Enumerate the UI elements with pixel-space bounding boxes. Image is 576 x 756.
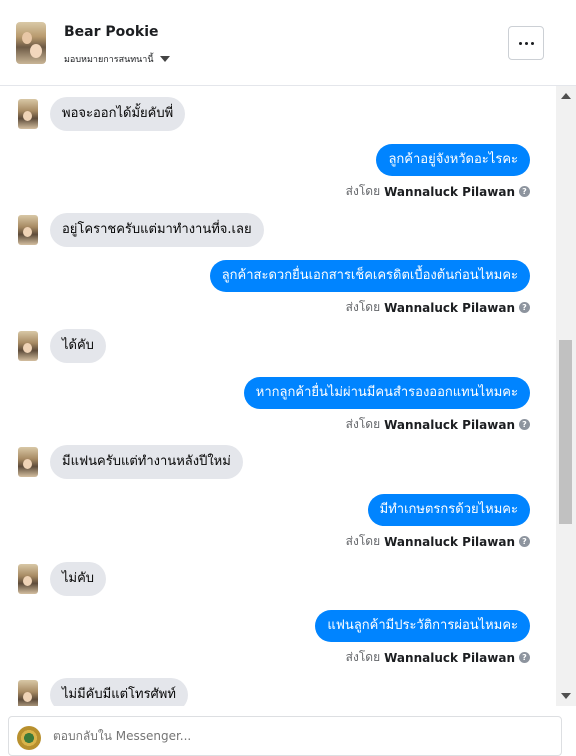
page-avatar bbox=[17, 726, 41, 750]
scroll-down-arrow-icon[interactable] bbox=[561, 693, 571, 699]
sender-avatar bbox=[18, 680, 38, 706]
more-options-icon bbox=[518, 41, 522, 45]
thread-scrollbar[interactable] bbox=[556, 86, 576, 706]
assign-conversation-dropdown[interactable]: มอบหมายการสนทนานี้ bbox=[64, 52, 170, 66]
sender-avatar bbox=[18, 447, 38, 477]
help-circle-icon[interactable]: ? bbox=[519, 536, 530, 547]
sent-by-prefix: ส่งโดย bbox=[345, 300, 381, 314]
outgoing-message-bubble: มีทำเกษตรกรด้วยไหมคะ bbox=[367, 494, 530, 526]
incoming-message-bubble: มีแฟนครับแต่ทำงานหลังปีใหม่ bbox=[50, 445, 243, 479]
incoming-message-bubble: ไม่มีคับมีแต่โทรศัพท์ bbox=[50, 678, 188, 706]
outgoing-message-bubble: หากลูกค้ายื่นไม่ผ่านมีคนสำรองออกแทนไหมคะ bbox=[243, 377, 530, 409]
message-thread: พอจะออกได้มั้ยคับพี่ ลูกค้าอยู่จังหวัดอะ… bbox=[0, 86, 556, 706]
contact-avatar[interactable] bbox=[16, 22, 46, 64]
sent-by-prefix: ส่งโดย bbox=[345, 417, 381, 431]
sender-avatar bbox=[18, 99, 38, 129]
help-circle-icon[interactable]: ? bbox=[519, 652, 530, 663]
outgoing-message-bubble: แฟนลูกค้ามีประวัติการผ่อนไหมคะ bbox=[315, 610, 530, 642]
reply-input[interactable] bbox=[53, 729, 513, 743]
sent-by-prefix: ส่งโดย bbox=[345, 534, 381, 548]
more-options-icon bbox=[524, 41, 528, 45]
contact-name[interactable]: Bear Pookie bbox=[64, 24, 159, 40]
more-options-icon bbox=[530, 41, 534, 45]
reply-composer[interactable] bbox=[8, 716, 562, 756]
sender-avatar bbox=[18, 331, 38, 361]
sent-by-line: ส่งโดย Wannaluck Pilawan ? bbox=[346, 648, 530, 667]
incoming-message-bubble: พอจะออกได้มั้ยคับพี่ bbox=[50, 97, 186, 131]
help-circle-icon[interactable]: ? bbox=[519, 419, 530, 430]
sender-avatar bbox=[18, 564, 38, 594]
sent-by-line: ส่งโดย Wannaluck Pilawan ? bbox=[346, 415, 530, 434]
outgoing-message-bubble: ลูกค้าอยู่จังหวัดอะไรคะ bbox=[376, 144, 530, 176]
more-options-button[interactable] bbox=[508, 26, 544, 60]
sent-by-name: Wannaluck Pilawan bbox=[384, 417, 515, 432]
sent-by-line: ส่งโดย Wannaluck Pilawan ? bbox=[346, 182, 530, 201]
assign-conversation-label: มอบหมายการสนทนานี้ bbox=[64, 55, 154, 65]
sent-by-name: Wannaluck Pilawan bbox=[384, 534, 515, 549]
help-circle-icon[interactable]: ? bbox=[519, 186, 530, 197]
sent-by-prefix: ส่งโดย bbox=[345, 650, 381, 664]
sent-by-name: Wannaluck Pilawan bbox=[384, 650, 515, 665]
sent-by-prefix: ส่งโดย bbox=[345, 184, 381, 198]
outgoing-message-bubble: ลูกค้าสะดวกยื่นเอกสารเช็คเครดิตเบื้องต้น… bbox=[209, 260, 530, 292]
caret-down-icon bbox=[159, 56, 170, 62]
sent-by-name: Wannaluck Pilawan bbox=[384, 184, 515, 199]
sent-by-name: Wannaluck Pilawan bbox=[384, 300, 515, 315]
incoming-message-bubble: ได้คับ bbox=[50, 329, 106, 363]
sent-by-line: ส่งโดย Wannaluck Pilawan ? bbox=[346, 298, 530, 317]
sent-by-line: ส่งโดย Wannaluck Pilawan ? bbox=[346, 532, 530, 551]
help-circle-icon[interactable]: ? bbox=[519, 302, 530, 313]
scroll-up-arrow-icon[interactable] bbox=[561, 93, 571, 99]
sender-avatar bbox=[18, 215, 38, 245]
conversation-header: Bear Pookie มอบหมายการสนทนานี้ bbox=[0, 0, 576, 86]
incoming-message-bubble: ไม่คับ bbox=[50, 562, 107, 596]
scroll-thumb[interactable] bbox=[559, 340, 572, 524]
incoming-message-bubble: อยู่โคราชครับแต่มาทำงานที่จ.เลย bbox=[50, 213, 264, 247]
